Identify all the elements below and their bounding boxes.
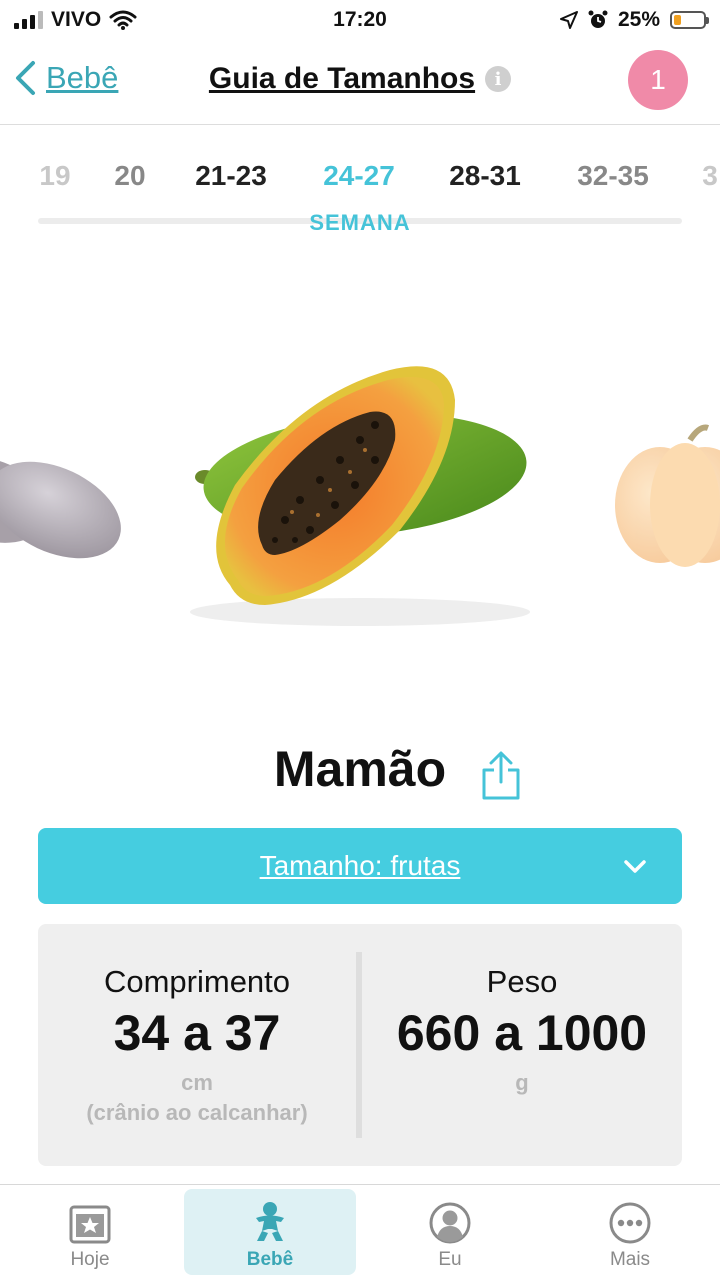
week-option[interactable]: 21-23 xyxy=(195,160,267,192)
chevron-down-icon xyxy=(624,860,646,873)
weight-label: Peso xyxy=(486,964,558,999)
fruit-title-row: Mamão xyxy=(0,740,720,810)
size-stats-card: Comprimento 34 a 37 cm (crânio ao calcan… xyxy=(38,924,682,1166)
length-label: Comprimento xyxy=(103,964,291,999)
weight-value: 660 a 1000 xyxy=(396,1005,648,1061)
weight-unit: g xyxy=(515,1070,529,1095)
page-title: Guia de Tamanhos i xyxy=(0,62,720,96)
battery-level xyxy=(674,15,681,25)
fruit-carousel[interactable] xyxy=(0,300,720,680)
week-option-selected[interactable]: 24-27 xyxy=(323,160,395,192)
week-option[interactable]: 20 xyxy=(114,160,145,192)
week-option[interactable]: 3 xyxy=(702,160,718,192)
info-icon[interactable]: i xyxy=(485,66,512,92)
tab-label: Bebê xyxy=(246,1249,294,1270)
nav-bar: Bebê Guia de Tamanhos i 1 xyxy=(0,40,720,125)
week-option[interactable]: 32-35 xyxy=(577,160,649,192)
week-option[interactable]: 28-31 xyxy=(449,160,521,192)
status-bar: VIVO 17:20 25% xyxy=(0,0,720,40)
size-type-dropdown[interactable]: Tamanho: frutas xyxy=(38,828,682,904)
tab-eu[interactable]: Eu xyxy=(364,1189,536,1275)
tab-bebe[interactable]: Bebê xyxy=(184,1189,356,1275)
location-arrow-icon xyxy=(559,11,578,29)
share-icon[interactable] xyxy=(480,750,522,800)
tab-label: Hoje xyxy=(70,1249,110,1270)
tab-label: Mais xyxy=(609,1249,651,1270)
weight-stat: Peso 660 a 1000 g xyxy=(362,964,682,1096)
week-option[interactable]: 19 xyxy=(39,160,70,192)
more-icon xyxy=(609,1202,651,1244)
battery-icon xyxy=(670,11,709,29)
tab-hoje[interactable]: Hoje xyxy=(4,1189,176,1275)
alarm-icon xyxy=(588,10,608,28)
pumpkin-icon xyxy=(615,424,720,567)
carousel-images xyxy=(0,366,720,626)
page-title-text[interactable]: Guia de Tamanhos xyxy=(209,62,475,96)
eggplant-icon xyxy=(0,457,121,559)
tab-mais[interactable]: Mais xyxy=(544,1189,716,1275)
week-selector[interactable]: 19 20 21-23 24-27 28-31 32-35 3 SEMANA xyxy=(0,150,720,240)
papaya-icon xyxy=(190,366,530,626)
week-unit-label: SEMANA xyxy=(309,210,411,235)
user-avatar-icon xyxy=(429,1202,471,1244)
notification-badge[interactable]: 1 xyxy=(628,50,688,110)
status-right: 25% xyxy=(559,8,709,32)
length-stat: Comprimento 34 a 37 cm (crânio ao calcan… xyxy=(38,964,356,1126)
fruit-name: Mamão xyxy=(273,741,447,797)
tab-bar: Hoje Bebê Eu Mais xyxy=(0,1184,720,1281)
length-note: (crânio ao calcanhar) xyxy=(86,1100,308,1125)
calendar-star-icon xyxy=(69,1205,111,1244)
length-value: 34 a 37 xyxy=(113,1005,281,1061)
baby-icon xyxy=(256,1202,284,1241)
tab-label: Eu xyxy=(438,1249,462,1270)
length-unit: cm xyxy=(181,1070,213,1095)
battery-percent: 25% xyxy=(617,8,660,31)
size-type-label[interactable]: Tamanho: frutas xyxy=(38,850,682,882)
